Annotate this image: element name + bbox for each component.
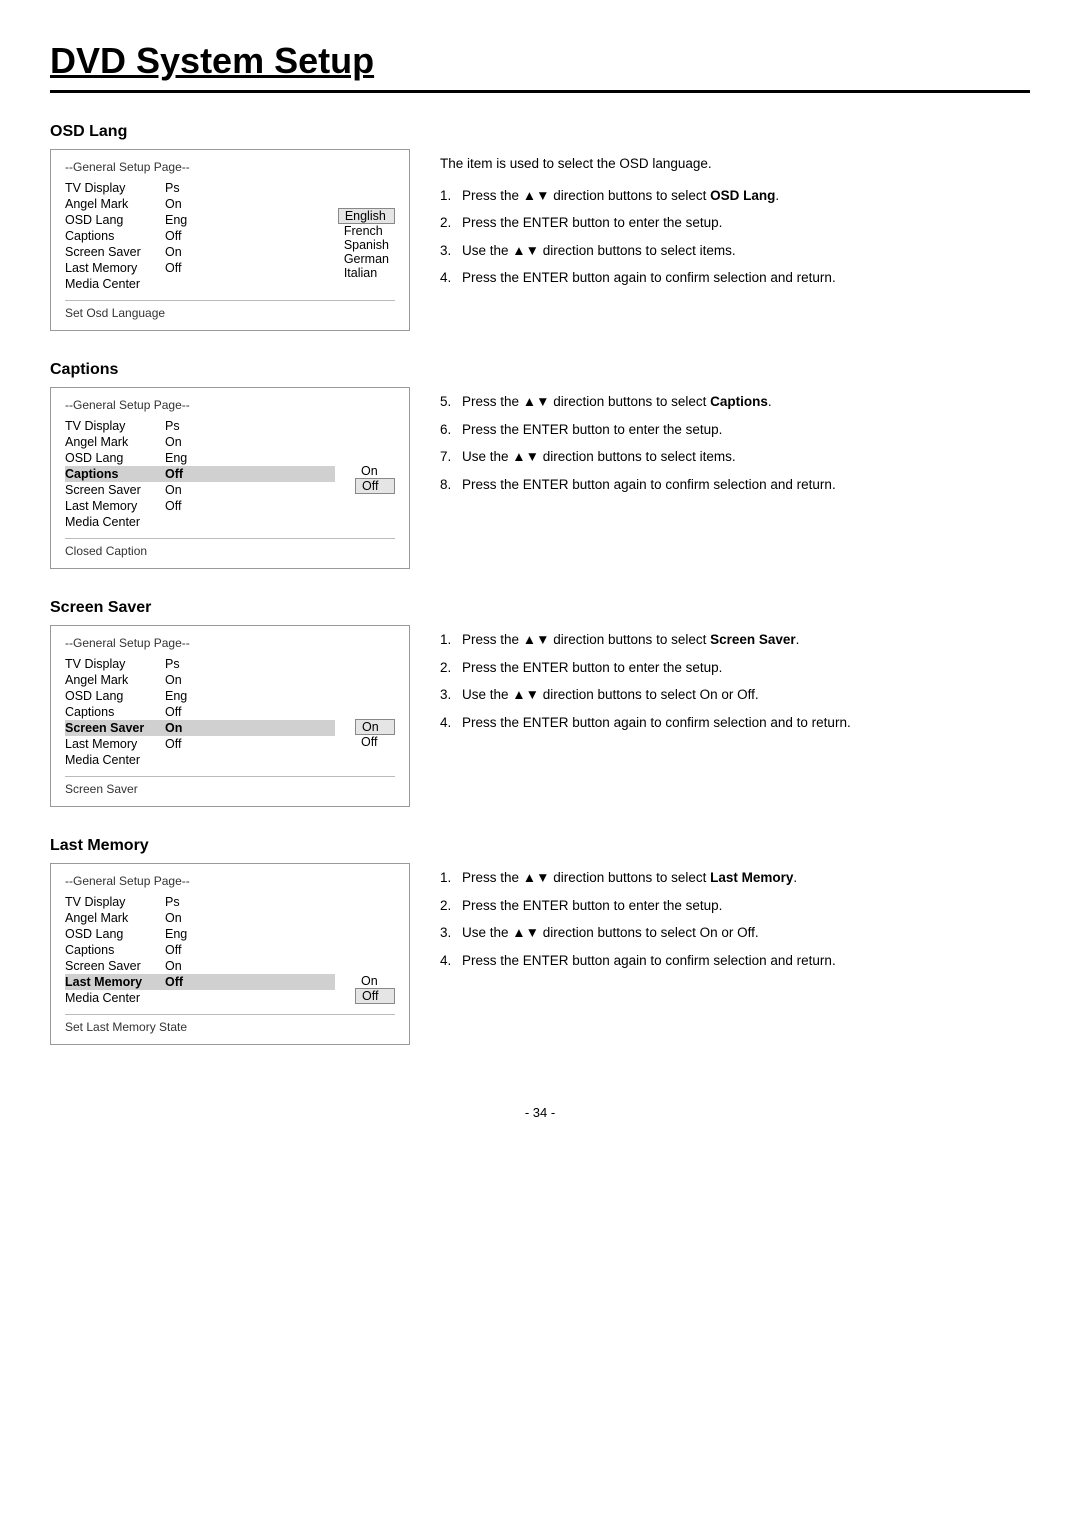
section-last-memory: Last Memory --General Setup Page-- TV Di…	[50, 837, 1030, 1045]
captions-step-6: 6. Press the ENTER button to enter the s…	[440, 419, 1030, 441]
menu-lm-captions: Captions Off	[65, 942, 335, 958]
menu-ss-tv-display: TV Display Ps	[65, 656, 335, 672]
section-screen-saver-title: Screen Saver	[50, 599, 410, 617]
section-captions-instructions: 5. Press the ▲▼ direction buttons to sel…	[440, 361, 1030, 569]
menu-osd-lang-header: --General Setup Page--	[65, 160, 395, 174]
menu-row-captions: Captions Off	[65, 228, 328, 244]
menu-captions: --General Setup Page-- TV Display Ps Ang…	[50, 387, 410, 569]
menu-lm-header: --General Setup Page--	[65, 874, 395, 888]
section-captions-title: Captions	[50, 361, 410, 379]
menu-row-tv-display: TV Display Ps	[65, 180, 328, 196]
menu-lm-last-memory: Last Memory Off	[65, 974, 335, 990]
captions-step-5: 5. Press the ▲▼ direction buttons to sel…	[440, 391, 1030, 413]
menu-ss-angel-mark: Angel Mark On	[65, 672, 335, 688]
menu-row-media-center: Media Center	[65, 276, 328, 292]
screen-saver-steps: 1. Press the ▲▼ direction buttons to sel…	[440, 629, 1030, 733]
menu-lm-media-center: Media Center	[65, 990, 335, 1006]
lm-step-1: 1. Press the ▲▼ direction buttons to sel…	[440, 867, 1030, 889]
section-osd-lang: OSD Lang --General Setup Page-- TV Displ…	[50, 123, 1030, 331]
menu-ss-osd-lang: OSD Lang Eng	[65, 688, 335, 704]
lm-step-3: 3. Use the ▲▼ direction buttons to selec…	[440, 922, 1030, 944]
menu-osd-lang-footer: Set Osd Language	[65, 300, 395, 320]
section-osd-lang-left: OSD Lang --General Setup Page-- TV Displ…	[50, 123, 410, 331]
section-last-memory-left: Last Memory --General Setup Page-- TV Di…	[50, 837, 410, 1045]
page-title: DVD System Setup	[50, 40, 1030, 93]
section-last-memory-title: Last Memory	[50, 837, 410, 855]
section-osd-lang-title: OSD Lang	[50, 123, 410, 141]
menu-ss-screen-saver: Screen Saver On	[65, 720, 335, 736]
menu-captions-footer: Closed Caption	[65, 538, 395, 558]
menu-cap-captions: Captions Off	[65, 466, 335, 482]
menu-ss-media-center: Media Center	[65, 752, 335, 768]
menu-row-last-memory: Last Memory Off	[65, 260, 328, 276]
section-screen-saver-left: Screen Saver --General Setup Page-- TV D…	[50, 599, 410, 807]
section-captions-left: Captions --General Setup Page-- TV Displ…	[50, 361, 410, 569]
menu-cap-media-center: Media Center	[65, 514, 335, 530]
menu-row-osd-lang: OSD Lang Eng	[65, 212, 328, 228]
menu-ss-footer: Screen Saver	[65, 776, 395, 796]
ss-step-4: 4. Press the ENTER button again to confi…	[440, 712, 1030, 734]
menu-lm-angel-mark: Angel Mark On	[65, 910, 335, 926]
osd-lang-step-3: 3. Use the ▲▼ direction buttons to selec…	[440, 240, 1030, 262]
osd-lang-step-4: 4. Press the ENTER button again to confi…	[440, 267, 1030, 289]
menu-row-angel-mark: Angel Mark On	[65, 196, 328, 212]
captions-step-8: 8. Press the ENTER button again to confi…	[440, 474, 1030, 496]
menu-osd-lang: --General Setup Page-- TV Display Ps Ang…	[50, 149, 410, 331]
menu-cap-screen-saver: Screen Saver On	[65, 482, 335, 498]
menu-ss-last-memory: Last Memory Off	[65, 736, 335, 752]
content-wrapper: OSD Lang --General Setup Page-- TV Displ…	[50, 123, 1030, 1075]
menu-row-screen-saver: Screen Saver On	[65, 244, 328, 260]
last-memory-steps: 1. Press the ▲▼ direction buttons to sel…	[440, 867, 1030, 971]
lm-step-4: 4. Press the ENTER button again to confi…	[440, 950, 1030, 972]
captions-steps: 5. Press the ▲▼ direction buttons to sel…	[440, 391, 1030, 495]
section-osd-lang-instructions: The item is used to select the OSD langu…	[440, 123, 1030, 331]
menu-lm-footer: Set Last Memory State	[65, 1014, 395, 1034]
ss-step-3: 3. Use the ▲▼ direction buttons to selec…	[440, 684, 1030, 706]
menu-ss-header: --General Setup Page--	[65, 636, 395, 650]
menu-lm-screen-saver: Screen Saver On	[65, 958, 335, 974]
section-last-memory-instructions: 1. Press the ▲▼ direction buttons to sel…	[440, 837, 1030, 1045]
menu-ss-captions: Captions Off	[65, 704, 335, 720]
menu-cap-last-memory: Last Memory Off	[65, 498, 335, 514]
lm-step-2: 2. Press the ENTER button to enter the s…	[440, 895, 1030, 917]
osd-lang-step-1: 1. Press the ▲▼ direction buttons to sel…	[440, 185, 1030, 207]
menu-lm-osd-lang: OSD Lang Eng	[65, 926, 335, 942]
ss-step-1: 1. Press the ▲▼ direction buttons to sel…	[440, 629, 1030, 651]
section-screen-saver: Screen Saver --General Setup Page-- TV D…	[50, 599, 1030, 807]
menu-cap-osd-lang: OSD Lang Eng	[65, 450, 335, 466]
section-screen-saver-instructions: 1. Press the ▲▼ direction buttons to sel…	[440, 599, 1030, 807]
captions-step-7: 7. Use the ▲▼ direction buttons to selec…	[440, 446, 1030, 468]
osd-lang-intro: The item is used to select the OSD langu…	[440, 153, 1030, 175]
menu-lm-tv-display: TV Display Ps	[65, 894, 335, 910]
menu-cap-angel-mark: Angel Mark On	[65, 434, 335, 450]
menu-screen-saver: --General Setup Page-- TV Display Ps Ang…	[50, 625, 410, 807]
osd-lang-steps: 1. Press the ▲▼ direction buttons to sel…	[440, 185, 1030, 289]
osd-lang-step-2: 2. Press the ENTER button to enter the s…	[440, 212, 1030, 234]
page-number: - 34 -	[50, 1105, 1030, 1120]
section-captions: Captions --General Setup Page-- TV Displ…	[50, 361, 1030, 569]
ss-step-2: 2. Press the ENTER button to enter the s…	[440, 657, 1030, 679]
menu-captions-header: --General Setup Page--	[65, 398, 395, 412]
menu-last-memory: --General Setup Page-- TV Display Ps Ang…	[50, 863, 410, 1045]
menu-cap-tv-display: TV Display Ps	[65, 418, 335, 434]
